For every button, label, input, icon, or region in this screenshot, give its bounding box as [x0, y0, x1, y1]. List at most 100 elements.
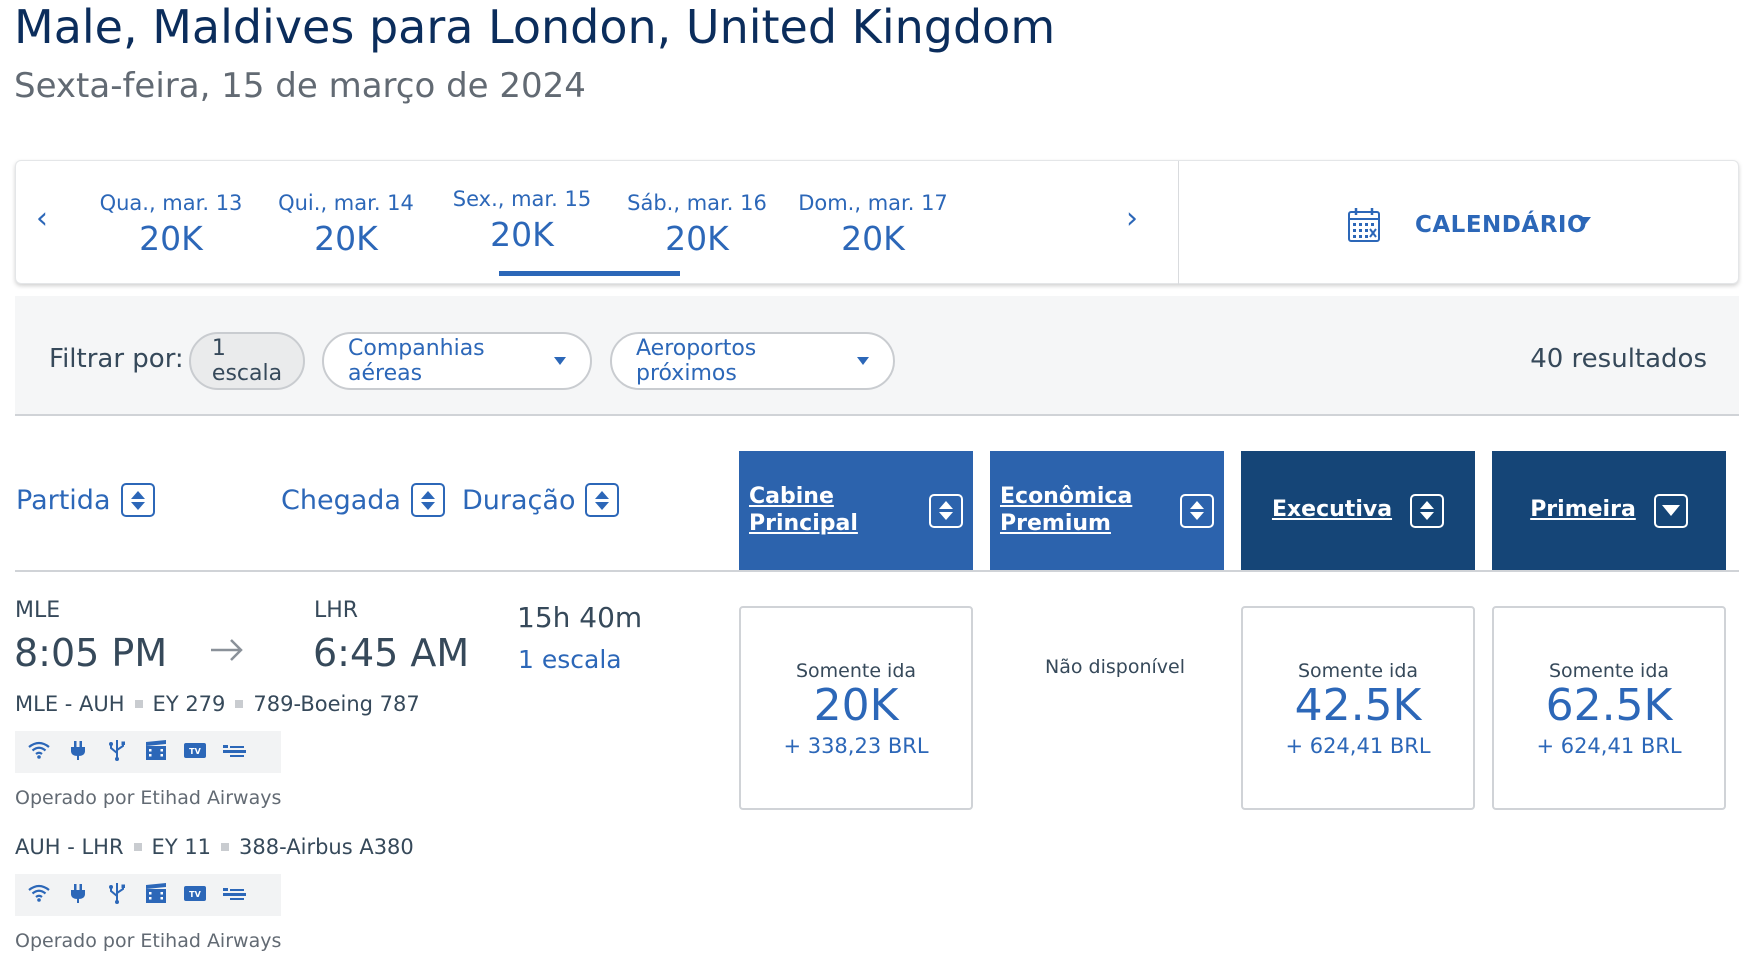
fare-business[interactable]: Somente ida 42.5K + 624,41 BRL: [1241, 606, 1475, 810]
fare-type: Somente ida: [1297, 660, 1419, 682]
lie-flat-seat-icon: [222, 739, 246, 765]
usb-icon: [105, 882, 129, 908]
sort-departure-label: Partida: [16, 484, 111, 516]
stops-link[interactable]: 1 escala: [518, 645, 622, 674]
date-price: 20K: [314, 219, 378, 258]
flight-duration: 15h 40m: [517, 601, 643, 634]
column-premium-economy-label: Econômica Premium: [1000, 484, 1133, 536]
chevron-right-icon[interactable]: ›: [1126, 201, 1138, 236]
chevron-left-icon[interactable]: ‹: [36, 201, 48, 236]
date-price: 20K: [841, 219, 905, 258]
nearby-airports-dropdown[interactable]: Aeroportos próximos: [610, 332, 895, 390]
date-navigation-bar: ‹ Qua., mar. 13 20K Qui., mar. 14 20K Se…: [15, 160, 1739, 285]
sort-arrival[interactable]: Chegada: [281, 483, 445, 517]
segment-info: MLE - AUH EY 279 789-Boeing 787: [15, 692, 420, 716]
lie-flat-seat-icon: [222, 882, 246, 908]
entertainment-icon: [144, 882, 168, 908]
arrival-time: 6:45 AM: [313, 631, 470, 675]
divider: [15, 570, 1739, 572]
sort-icon: [120, 483, 155, 517]
date-price: 20K: [139, 219, 203, 258]
column-first[interactable]: Primeira: [1492, 451, 1726, 570]
sort-icon: [410, 483, 445, 517]
segment-flight-number: EY 279: [152, 692, 226, 716]
column-main-cabin-label: Cabine Principal: [749, 484, 858, 536]
column-premium-economy[interactable]: Econômica Premium: [990, 451, 1224, 570]
calendar-icon[interactable]: [1347, 207, 1381, 243]
sort-duration[interactable]: Duração: [462, 483, 620, 517]
tv-icon: TV: [183, 739, 207, 765]
column-first-label: Primeira: [1530, 497, 1636, 523]
arrow-right-icon: [209, 636, 245, 668]
column-main-cabin[interactable]: Cabine Principal: [739, 451, 973, 570]
fare-first[interactable]: Somente ida 62.5K + 624,41 BRL: [1492, 606, 1726, 810]
svg-text:TV: TV: [189, 890, 201, 899]
sort-icon: [929, 493, 963, 528]
fare-miles: 62.5K: [1545, 680, 1673, 731]
departure-airport-code: MLE: [15, 598, 61, 623]
sort-icon: [1410, 493, 1445, 528]
fare-type: Somente ida: [795, 660, 917, 682]
operated-by: Operado por Etihad Airways: [15, 787, 282, 809]
sort-arrival-label: Chegada: [281, 484, 401, 516]
caret-down-icon: [554, 357, 566, 365]
separator: [133, 843, 142, 851]
fare-premium-economy-unavailable: Não disponível: [1045, 656, 1185, 678]
segment-route: AUH - LHR: [15, 835, 124, 859]
segment-info: AUH - LHR EY 11 388-Airbus A380: [15, 835, 414, 859]
fare-main-cabin[interactable]: Somente ida 20K + 338,23 BRL: [739, 606, 973, 810]
wifi-icon: [27, 882, 51, 908]
date-option[interactable]: Dom., mar. 17 20K: [783, 191, 963, 258]
separator: [221, 843, 230, 851]
results-count: 40 resultados: [1530, 344, 1707, 374]
column-business[interactable]: Executiva: [1241, 451, 1475, 570]
date-label: Sáb., mar. 16: [627, 191, 767, 215]
wifi-icon: [27, 739, 51, 765]
calendar-button[interactable]: CALENDÁRIO: [1415, 212, 1587, 238]
selected-date-indicator: [499, 271, 680, 276]
fare-tax: + 624,41 BRL: [1536, 734, 1682, 759]
sort-icon: [1180, 493, 1214, 528]
sort-departure[interactable]: Partida: [16, 483, 155, 517]
date-label: Dom., mar. 17: [798, 191, 948, 215]
nearby-airports-label: Aeroportos próximos: [636, 336, 757, 386]
amenities-bar: TV: [15, 874, 281, 916]
separator: [134, 700, 143, 708]
sort-duration-label: Duração: [462, 484, 576, 516]
amenities-bar: TV: [15, 731, 281, 773]
svg-text:TV: TV: [189, 747, 201, 756]
sort-descending-icon: [1653, 493, 1688, 528]
airlines-filter-label: Companhias aéreas: [348, 336, 485, 386]
fare-miles: 20K: [813, 680, 899, 731]
caret-down-icon: [857, 357, 869, 365]
entertainment-icon: [144, 739, 168, 765]
sort-icon: [585, 483, 620, 517]
date-price: 20K: [490, 215, 554, 254]
date-option-selected[interactable]: Sex., mar. 15 20K: [432, 187, 612, 254]
filter-label: Filtrar por:: [49, 344, 184, 374]
segment-aircraft: 789-Boeing 787: [253, 692, 420, 716]
power-outlet-icon: [66, 882, 90, 908]
date-option[interactable]: Sáb., mar. 16 20K: [607, 191, 787, 258]
usb-icon: [105, 739, 129, 765]
separator: [235, 700, 244, 708]
filter-bar: Filtrar por: 1 escala Companhias aéreas …: [15, 296, 1739, 416]
segment-aircraft: 388-Airbus A380: [239, 835, 414, 859]
page-title: Male, Maldives para London, United Kingd…: [14, 0, 1056, 54]
segment-flight-number: EY 11: [151, 835, 212, 859]
stops-filter-label: 1 escala: [211, 336, 283, 386]
date-option[interactable]: Qua., mar. 13 20K: [81, 191, 261, 258]
date-option[interactable]: Qui., mar. 14 20K: [256, 191, 436, 258]
tv-icon: TV: [183, 882, 207, 908]
date-label: Sex., mar. 15: [452, 187, 592, 211]
operated-by: Operado por Etihad Airways: [15, 930, 282, 952]
airlines-filter-dropdown[interactable]: Companhias aéreas: [322, 332, 592, 390]
stops-filter-chip[interactable]: 1 escala: [189, 332, 305, 390]
fare-type: Somente ida: [1548, 660, 1670, 682]
caret-down-icon[interactable]: [1577, 217, 1591, 226]
date-price: 20K: [665, 219, 729, 258]
fare-miles: 42.5K: [1294, 680, 1422, 731]
date-label: Qua., mar. 13: [99, 191, 243, 215]
divider: [1178, 161, 1179, 285]
segment-route: MLE - AUH: [15, 692, 125, 716]
